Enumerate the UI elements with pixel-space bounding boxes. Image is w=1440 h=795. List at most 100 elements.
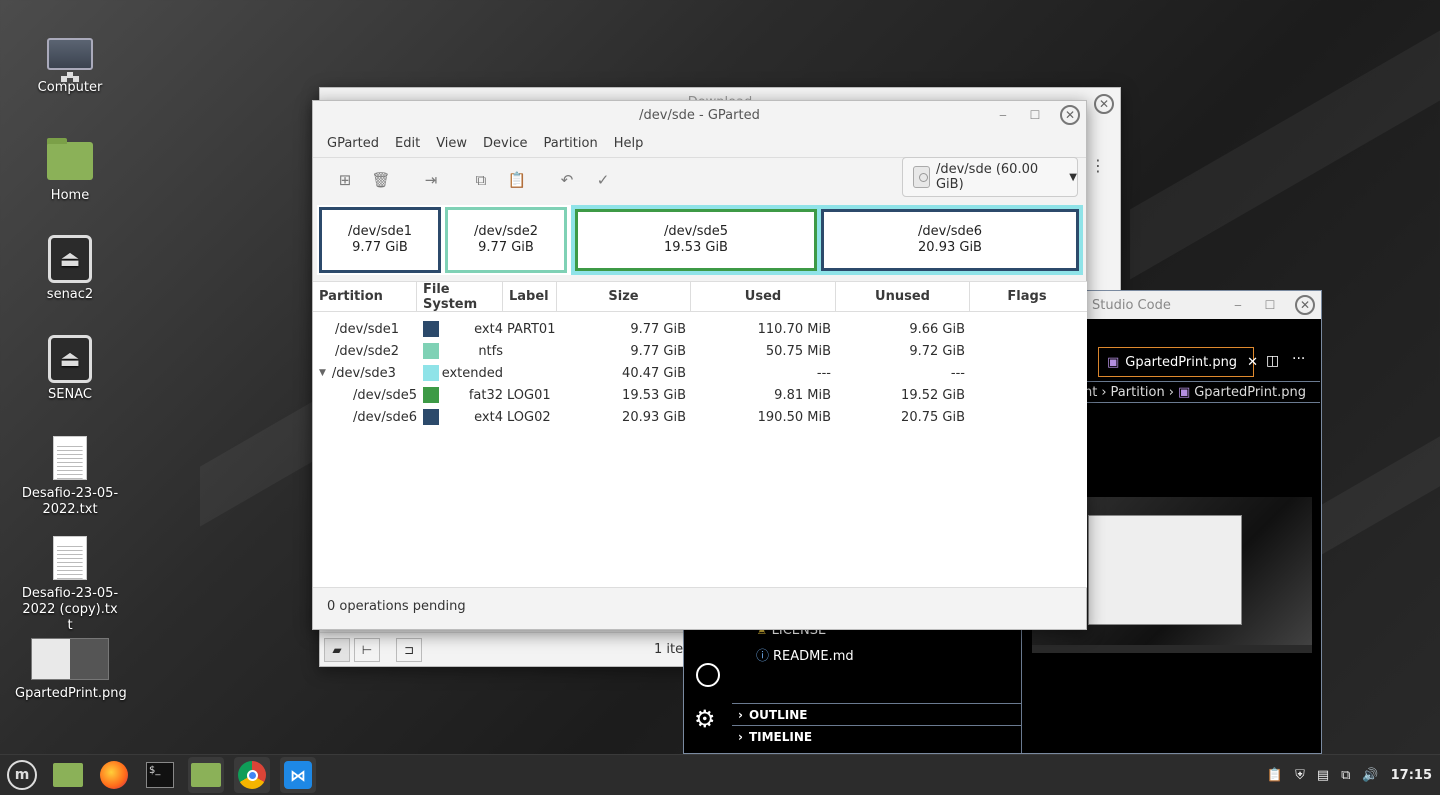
column-header-filesystem[interactable]: File System [417, 282, 503, 312]
explorer-panel: ♜ LICENSE ⓘ README.md › OUTLINE › TIMELINE [732, 619, 1022, 753]
taskbar-firefox[interactable] [96, 757, 132, 793]
cell-used: 9.81 MiB [774, 387, 831, 403]
chevron-right-icon: › [738, 707, 743, 722]
split-editor-icon[interactable]: ◫ [1266, 353, 1279, 369]
menu-button[interactable]: m [4, 757, 40, 793]
partition-table: Partition File System Label Size Used Un… [313, 281, 1087, 587]
cell-used: 190.50 MiB [757, 409, 831, 425]
close-icon[interactable]: ✕ [1060, 105, 1080, 125]
menubar: GParted Edit View Device Partition Help [313, 129, 1086, 157]
desktop-icon-label: GpartedPrint.png [15, 686, 127, 701]
taskbar-terminal[interactable]: $_ [142, 757, 178, 793]
editor-tab[interactable]: ▣ GpartedPrint.png ✕ [1098, 347, 1258, 377]
table-row[interactable]: /dev/sde6 ext4 LOG02 20.93 GiB 190.50 Mi… [313, 406, 1087, 428]
paste-icon[interactable]: 📋 [499, 166, 535, 194]
timeline-section[interactable]: › TIMELINE [732, 725, 1022, 747]
partition-block-sde5[interactable]: /dev/sde5 19.53 GiB [575, 209, 817, 271]
menu-help[interactable]: Help [606, 136, 652, 151]
desktop-icon-desafio[interactable]: Desafio-23-05-2022.txt [15, 436, 125, 518]
cell-filesystem: extended [441, 365, 503, 381]
file-item[interactable]: ⓘ README.md [756, 645, 854, 664]
desktop-icon-label: Desafio-23-05-2022 (copy).txt [21, 586, 119, 633]
undo-icon[interactable]: ↶ [549, 166, 585, 194]
menu-edit[interactable]: Edit [387, 136, 428, 151]
close-icon[interactable]: ✕ [1295, 295, 1315, 315]
minimize-icon[interactable]: ‒ [1231, 298, 1245, 312]
gparted-window[interactable]: /dev/sde - GParted ‒ ☐ ✕ GParted Edit Vi… [312, 100, 1087, 630]
network-icon[interactable]: ⧉ [1341, 768, 1350, 783]
places-toggle-button[interactable]: ▰ [324, 637, 350, 662]
cell-filesystem: fat32 [468, 387, 503, 403]
cell-partition: /dev/sde5 [353, 387, 417, 403]
close-icon[interactable]: ✕ [1094, 94, 1114, 114]
desktop-icon-senac2[interactable]: ⏏ senac2 [15, 235, 125, 303]
cell-partition: /dev/sde3 [331, 365, 396, 381]
desktop-icon-senac[interactable]: ⏏ SENAC [15, 335, 125, 403]
menu-partition[interactable]: Partition [536, 136, 606, 151]
partition-block-size: 19.53 GiB [664, 240, 728, 255]
apply-icon[interactable]: ✓ [585, 166, 621, 194]
cell-label: PART01 [507, 321, 556, 337]
desktop-icon-label: senac2 [46, 287, 94, 302]
gear-icon[interactable]: ⚙ [694, 707, 716, 731]
vscode-icon: ⋈ [284, 761, 312, 789]
hide-sidebar-button[interactable]: ⊐ [396, 637, 422, 662]
tree-toggle-button[interactable]: ⊢ [354, 637, 380, 662]
chevron-right-icon: › [738, 729, 743, 744]
table-row[interactable]: ▼ /dev/sde3 extended 40.47 GiB --- --- [313, 362, 1087, 384]
column-header-flags[interactable]: Flags [970, 282, 1084, 311]
table-row[interactable]: /dev/sde5 fat32 LOG01 19.53 GiB 9.81 MiB… [313, 384, 1087, 406]
taskbar-vscode[interactable]: ⋈ [280, 757, 316, 793]
partition-block-name: /dev/sde1 [348, 224, 412, 239]
breadcrumb: nt › Partition › ▣ GpartedPrint.png [1084, 381, 1320, 403]
cell-size: 20.93 GiB [622, 409, 686, 425]
table-row[interactable]: /dev/sde2 ntfs 9.77 GiB 50.75 MiB 9.72 G… [313, 340, 1087, 362]
menu-view[interactable]: View [428, 136, 475, 151]
column-header-used[interactable]: Used [691, 282, 836, 311]
window-titlebar[interactable]: /dev/sde - GParted ‒ ☐ ✕ [313, 101, 1086, 129]
image-icon: ▣ [1107, 354, 1120, 370]
partition-block-sde6[interactable]: /dev/sde6 20.93 GiB [821, 209, 1079, 271]
breadcrumb-item[interactable]: Partition [1111, 385, 1165, 400]
column-header-label[interactable]: Label [503, 282, 557, 311]
minimize-icon[interactable]: ‒ [996, 108, 1010, 122]
column-header-size[interactable]: Size [557, 282, 691, 311]
expander-triangle-icon[interactable]: ▼ [319, 368, 326, 378]
partition-block-sde1[interactable]: /dev/sde1 9.77 GiB [319, 207, 441, 273]
desktop-icon-gpartedprint[interactable]: GpartedPrint.png [15, 638, 127, 702]
clipboard-icon[interactable]: 📋 [1267, 768, 1283, 783]
clock[interactable]: 17:15 [1391, 768, 1432, 783]
maximize-icon[interactable]: ☐ [1263, 298, 1277, 312]
notes-icon[interactable]: ▤ [1317, 768, 1329, 783]
outline-section[interactable]: › OUTLINE [732, 703, 1022, 725]
desktop-icon-computer[interactable]: Computer [15, 38, 125, 96]
partition-map: /dev/sde1 9.77 GiB /dev/sde2 9.77 GiB /d… [317, 205, 1083, 275]
cell-size: 9.77 GiB [630, 343, 686, 359]
taskbar-folder[interactable] [188, 757, 224, 793]
desktop-icon-label: Computer [37, 80, 103, 95]
copy-icon[interactable]: ⧉ [463, 166, 499, 194]
new-partition-icon[interactable]: ⊞ [327, 166, 363, 194]
shield-icon[interactable]: ⛨ [1295, 768, 1305, 783]
resize-move-icon[interactable]: ⇥ [413, 166, 449, 194]
close-tab-icon[interactable]: ✕ [1247, 355, 1258, 370]
taskbar-chrome[interactable] [234, 757, 270, 793]
accounts-icon[interactable] [696, 663, 720, 687]
info-icon: ⓘ [756, 649, 770, 664]
volume-icon[interactable]: 🔊 [1362, 768, 1378, 783]
desktop-icon-desafio-copy[interactable]: Desafio-23-05-2022 (copy).txt [15, 536, 125, 634]
desktop-icon-home[interactable]: Home [15, 138, 125, 204]
delete-icon[interactable]: 🗑 [363, 166, 399, 194]
image-icon: ▣ [1177, 384, 1191, 400]
more-actions-icon[interactable]: ··· [1292, 351, 1305, 367]
device-selector[interactable]: /dev/sde (60.00 GiB) ▼ [902, 157, 1078, 197]
menu-device[interactable]: Device [475, 136, 535, 151]
breadcrumb-item[interactable]: GpartedPrint.png [1194, 385, 1306, 400]
table-row[interactable]: /dev/sde1 ext4 PART01 9.77 GiB 110.70 Mi… [313, 318, 1087, 340]
taskbar-files[interactable] [50, 757, 86, 793]
column-header-unused[interactable]: Unused [836, 282, 970, 311]
partition-block-sde2[interactable]: /dev/sde2 9.77 GiB [445, 207, 567, 273]
menu-gparted[interactable]: GParted [319, 136, 387, 151]
maximize-icon[interactable]: ☐ [1028, 108, 1042, 122]
column-header-partition[interactable]: Partition [313, 282, 417, 311]
